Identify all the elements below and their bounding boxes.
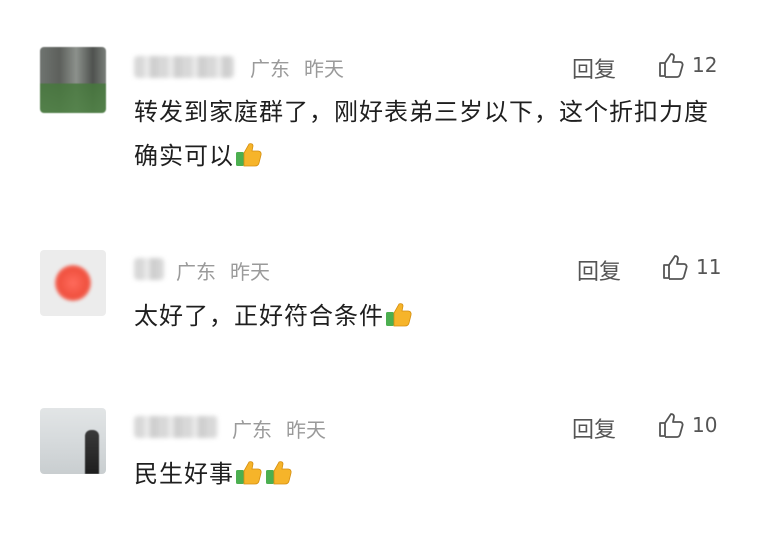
- location: 广东: [176, 260, 216, 284]
- username-blurred[interactable]: [134, 56, 234, 78]
- thumbs-up-outline-icon: [659, 53, 684, 78]
- comment-text: 转发到家庭群了，刚好表弟三岁以下，这个折扣力度确实可以: [134, 90, 724, 178]
- comment-meta: 广东 昨天: [232, 414, 326, 443]
- location: 广东: [232, 418, 272, 442]
- avatar-image: [55, 265, 91, 301]
- reply-button[interactable]: 回复: [572, 412, 616, 444]
- like-count: 12: [692, 53, 718, 77]
- location: 广东: [250, 57, 290, 81]
- like-button[interactable]: 11: [660, 252, 721, 282]
- like-count: 11: [696, 255, 722, 279]
- comment-body: 太好了，正好符合条件: [134, 302, 384, 330]
- comment-meta: 广东 昨天: [250, 53, 344, 82]
- like-button[interactable]: 10: [656, 410, 717, 440]
- reply-button[interactable]: 回复: [572, 52, 616, 84]
- username-blurred[interactable]: [134, 258, 164, 280]
- avatar[interactable]: [40, 408, 106, 474]
- timestamp: 昨天: [230, 260, 270, 284]
- comment-meta: 广东 昨天: [176, 256, 270, 285]
- timestamp: 昨天: [286, 418, 326, 442]
- comment-text: 民生好事: [134, 452, 734, 496]
- thumbs-up-icon: [386, 303, 412, 327]
- thumbs-up-icon: [266, 461, 292, 485]
- avatar[interactable]: [40, 250, 106, 316]
- comment-text: 太好了，正好符合条件: [134, 294, 734, 338]
- username-blurred[interactable]: [134, 416, 218, 438]
- avatar-image: [85, 430, 99, 474]
- comment-body: 民生好事: [134, 460, 234, 488]
- comment-body: 转发到家庭群了，刚好表弟三岁以下，这个折扣力度确实可以: [134, 98, 709, 170]
- like-button[interactable]: 12: [656, 50, 717, 80]
- reply-button[interactable]: 回复: [577, 254, 621, 286]
- thumbs-up-icon: [236, 461, 262, 485]
- thumbs-up-outline-icon: [663, 255, 688, 280]
- timestamp: 昨天: [304, 57, 344, 81]
- like-count: 10: [692, 413, 718, 437]
- thumbs-up-icon: [236, 143, 262, 167]
- thumbs-up-outline-icon: [659, 413, 684, 438]
- avatar[interactable]: [40, 47, 106, 113]
